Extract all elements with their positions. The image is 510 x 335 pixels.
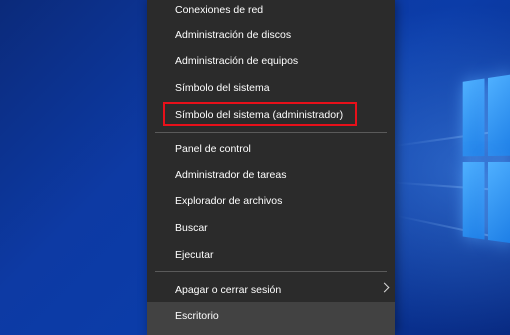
menu-item-disk-management[interactable]: Administración de discos [147, 22, 395, 48]
menu-item-label: Conexiones de red [175, 4, 264, 16]
menu-item-label: Escritorio [175, 310, 219, 322]
menu-item-label: Administrador de tareas [175, 169, 287, 181]
menu-separator [155, 132, 387, 133]
chevron-right-icon [379, 282, 390, 293]
highlight-annotation-box [163, 102, 357, 126]
menu-item-label: Buscar [175, 222, 208, 234]
menu-item-label: Ejecutar [175, 249, 214, 261]
menu-item-control-panel[interactable]: Panel de control [147, 136, 395, 162]
menu-item-label: Apagar o cerrar sesión [175, 284, 282, 296]
menu-item-label: Administración de equipos [175, 55, 299, 67]
menu-item-run[interactable]: Ejecutar [147, 242, 395, 268]
quick-link-menu: Conexiones de red Administración de disc… [147, 0, 395, 335]
menu-item-label: Símbolo del sistema [175, 82, 270, 94]
logo-pane [488, 74, 510, 156]
menu-item-label: Panel de control [175, 143, 251, 155]
menu-item-shutdown-signout[interactable]: Apagar o cerrar sesión [147, 277, 395, 303]
logo-pane [488, 161, 510, 244]
menu-item-task-manager[interactable]: Administrador de tareas [147, 162, 395, 188]
menu-item-label: Explorador de archivos [175, 195, 283, 207]
menu-item-search[interactable]: Buscar [147, 215, 395, 241]
menu-item-network-connections[interactable]: Conexiones de red [147, 0, 395, 23]
menu-item-file-explorer[interactable]: Explorador de archivos [147, 188, 395, 214]
logo-pane [462, 78, 485, 157]
menu-separator [155, 271, 387, 272]
logo-pane [462, 162, 485, 240]
menu-item-label: Administración de discos [175, 29, 292, 41]
menu-item-desktop[interactable]: Escritorio [147, 302, 395, 335]
menu-item-command-prompt[interactable]: Símbolo del sistema [147, 75, 395, 101]
windows-logo-icon [462, 74, 510, 252]
menu-item-computer-management[interactable]: Administración de equipos [147, 48, 395, 74]
